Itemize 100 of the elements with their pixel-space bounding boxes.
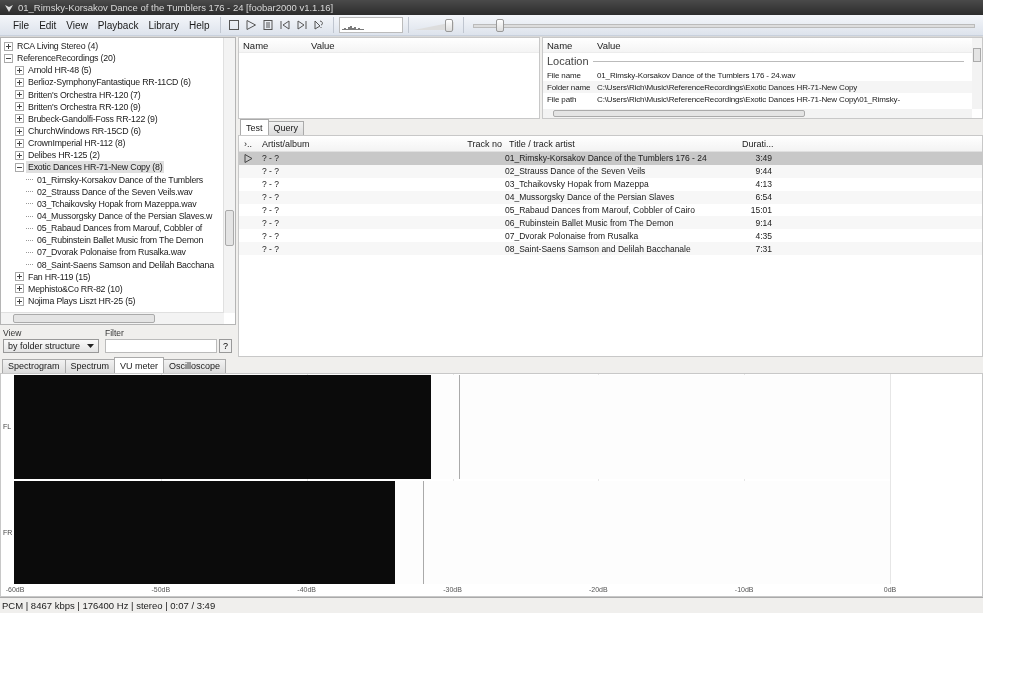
column-header[interactable]: Track no bbox=[462, 138, 506, 149]
spectrum-drawing bbox=[338, 17, 403, 33]
previous-icon[interactable] bbox=[279, 19, 292, 31]
group-heading: Location bbox=[547, 55, 589, 67]
tree-item[interactable]: CrownImperial HR-112 (8) bbox=[26, 137, 128, 150]
table-cell-text: ? - ? bbox=[261, 217, 280, 228]
playlist-tab[interactable]: Test bbox=[240, 119, 269, 135]
column-header[interactable]: Durati... bbox=[742, 138, 776, 149]
expand-icon[interactable] bbox=[15, 284, 24, 294]
tree-item[interactable]: Exotic Dances HR-71-New Copy (8) bbox=[26, 161, 165, 174]
table-cell-text: 7:31 bbox=[754, 243, 772, 254]
filter-field[interactable] bbox=[105, 339, 217, 353]
playlist-row[interactable]: ? - ? 07_Dvorak Polonaise from Rusalka 4:35 bbox=[239, 229, 982, 243]
expand-icon[interactable] bbox=[15, 114, 24, 124]
menu-item[interactable]: Library bbox=[143, 19, 184, 31]
play-icon[interactable] bbox=[245, 19, 258, 31]
view-dropdown[interactable]: by folder structure bbox=[3, 339, 99, 353]
playlist-row[interactable]: ? - ? 08_Saint-Saens Samson and Delilah Bacchanale 7:31 bbox=[239, 242, 982, 256]
table-cell-text: ? - ? bbox=[261, 205, 280, 215]
column-header[interactable]: Value bbox=[311, 39, 335, 51]
stop-icon[interactable] bbox=[228, 19, 241, 31]
expand-icon[interactable] bbox=[15, 102, 24, 112]
view-label: View bbox=[3, 328, 23, 338]
property-value: C:\Users\Rich\Music\ReferenceRecordings\Exotic Dances HR-71-New Copy\01_Rimsky- bbox=[597, 94, 900, 104]
expand-icon[interactable] bbox=[15, 272, 24, 282]
menu-item[interactable]: Playback bbox=[92, 19, 144, 31]
menu-item[interactable]: Edit bbox=[34, 19, 62, 31]
tree-item[interactable]: 04_Mussorgsky Dance of the Persian Slaves.w bbox=[35, 210, 215, 223]
tree-item[interactable]: Brubeck-Gandolfi-Foss RR-122 (9) bbox=[26, 112, 160, 125]
app-icon bbox=[4, 2, 14, 13]
tree-item[interactable]: 01_Rimsky-Korsakov Dance of the Tumblers bbox=[35, 173, 206, 186]
playlist-row[interactable]: ? - ? 03_Tchaikovsky Hopak from Mazeppa 4:13 bbox=[239, 177, 982, 191]
visualization-tab[interactable]: Spectrogram bbox=[2, 359, 66, 373]
visualization-tab[interactable]: Spectrum bbox=[64, 359, 116, 373]
expand-icon[interactable] bbox=[4, 41, 13, 51]
expand-icon[interactable] bbox=[15, 65, 24, 75]
random-icon[interactable] bbox=[313, 19, 326, 31]
scrollbar[interactable] bbox=[1, 312, 224, 324]
playlist-row[interactable]: ? - ? 06_Rubinstein Ballet Music from The Demon 9:14 bbox=[239, 216, 982, 230]
pause-icon[interactable] bbox=[262, 19, 275, 31]
tree-item[interactable]: RCA Living Stereo (4) bbox=[15, 40, 100, 53]
status-bar: PCM | 8467 kbps | 176400 Hz | stereo | 0:07 / 3:49 bbox=[0, 597, 983, 613]
tree-item[interactable]: 02_Strauss Dance of the Seven Veils.wav bbox=[35, 185, 195, 198]
tree-item[interactable]: Arnold HR-48 (5) bbox=[26, 64, 94, 77]
window-title: 01_Rimsky-Korsakov Dance of the Tumblers 176 - 24 [foobar2000 v1.1.16] bbox=[18, 2, 334, 13]
tree-item[interactable]: ChurchWindows RR-15CD (6) bbox=[26, 125, 143, 138]
tree-item[interactable]: 07_Dvorak Polonaise from Rusalka.wav bbox=[35, 246, 188, 259]
volume-thumb[interactable] bbox=[444, 19, 453, 32]
playlist-row[interactable]: ? - ? 04_Mussorgsky Dance of the Persian Slaves 6:54 bbox=[239, 190, 982, 204]
collapse-icon[interactable] bbox=[15, 162, 24, 172]
scrollbar[interactable] bbox=[972, 38, 982, 109]
column-header[interactable]: Name bbox=[243, 39, 311, 51]
property-name: File name bbox=[547, 70, 582, 80]
tree-item[interactable]: 08_Saint-Saens Samson and Delilah Bacchana bbox=[35, 258, 216, 271]
expand-icon[interactable] bbox=[15, 126, 24, 136]
tree-item[interactable]: 05_Rabaud Dances from Marouf, Cobbler of bbox=[35, 222, 205, 235]
tree-item[interactable]: Mephisto&Co RR-82 (10) bbox=[26, 282, 125, 295]
table-cell-text: ? - ? bbox=[261, 230, 280, 241]
table-cell-text: ? - ? bbox=[261, 153, 280, 164]
collapse-icon[interactable] bbox=[4, 53, 13, 63]
table-cell-text: ? - ? bbox=[261, 179, 280, 190]
menu-item[interactable]: View bbox=[61, 19, 93, 31]
playlist-row[interactable]: ? - ? 05_Rabaud Dances from Marouf, Cobbler of Cairo 15:01 bbox=[239, 203, 982, 217]
property-name: File path bbox=[547, 94, 578, 104]
table-cell-text: 06_Rubinstein Ballet Music from The Demon bbox=[504, 217, 675, 228]
playlist-tab[interactable]: Query bbox=[267, 121, 305, 135]
tree-item[interactable]: 03_Tchaikovsky Hopak from Mazeppa.wav bbox=[35, 197, 199, 210]
help-button[interactable]: ? bbox=[219, 339, 232, 353]
expand-icon[interactable] bbox=[15, 296, 24, 306]
menu-item[interactable]: File bbox=[8, 19, 35, 31]
tree-item[interactable]: Fan HR-119 (15) bbox=[26, 270, 93, 283]
tree-item[interactable]: Britten's Orchestra RR-120 (9) bbox=[26, 100, 143, 113]
column-header[interactable]: ›.. bbox=[239, 138, 260, 149]
property-value: 01_Rimsky-Korsakov Dance of the Tumblers 176 - 24.wav bbox=[597, 70, 796, 80]
table-cell-text: 07_Dvorak Polonaise from Rusalka bbox=[504, 230, 640, 241]
tree-item[interactable]: Britten's Orchestra HR-120 (7) bbox=[26, 88, 143, 101]
next-icon[interactable] bbox=[296, 19, 309, 31]
playlist-row[interactable]: ? - ? 01_Rimsky-Korsakov Dance of the Tumblers 176 - 24 3:49 bbox=[239, 152, 982, 165]
table-cell-text: 3:49 bbox=[754, 153, 772, 164]
menu-item[interactable]: Help bbox=[184, 19, 215, 31]
scrollbar[interactable] bbox=[223, 38, 235, 313]
scrollbar[interactable] bbox=[543, 109, 972, 118]
table-cell-text: ? - ? bbox=[261, 192, 280, 203]
tree-item[interactable]: 06_Rubinstein Ballet Music from The Demon bbox=[35, 234, 206, 247]
tree-item[interactable]: Berlioz-SymphonyFantastique RR-11CD (6) bbox=[26, 76, 193, 89]
tree-item[interactable]: Nojima Plays Liszt HR-25 (5) bbox=[26, 295, 138, 307]
tree-item[interactable]: ReferenceRecordings (20) bbox=[15, 52, 118, 65]
column-header[interactable]: Name bbox=[547, 39, 597, 51]
column-header[interactable]: Artist/album bbox=[260, 138, 462, 149]
visualization-tab[interactable]: Oscilloscope bbox=[163, 359, 227, 373]
column-header[interactable]: Title / track artist bbox=[506, 138, 742, 149]
table-cell-text: 15:01 bbox=[749, 205, 772, 215]
expand-icon[interactable] bbox=[15, 138, 24, 148]
expand-icon[interactable] bbox=[15, 90, 24, 100]
expand-icon[interactable] bbox=[15, 78, 24, 87]
column-header[interactable]: Value bbox=[597, 39, 621, 51]
seek-thumb[interactable] bbox=[495, 19, 504, 32]
visualization-tab[interactable]: VU meter bbox=[114, 357, 165, 373]
expand-icon[interactable] bbox=[15, 150, 24, 160]
tree-item[interactable]: Delibes HR-125 (2) bbox=[26, 149, 102, 162]
